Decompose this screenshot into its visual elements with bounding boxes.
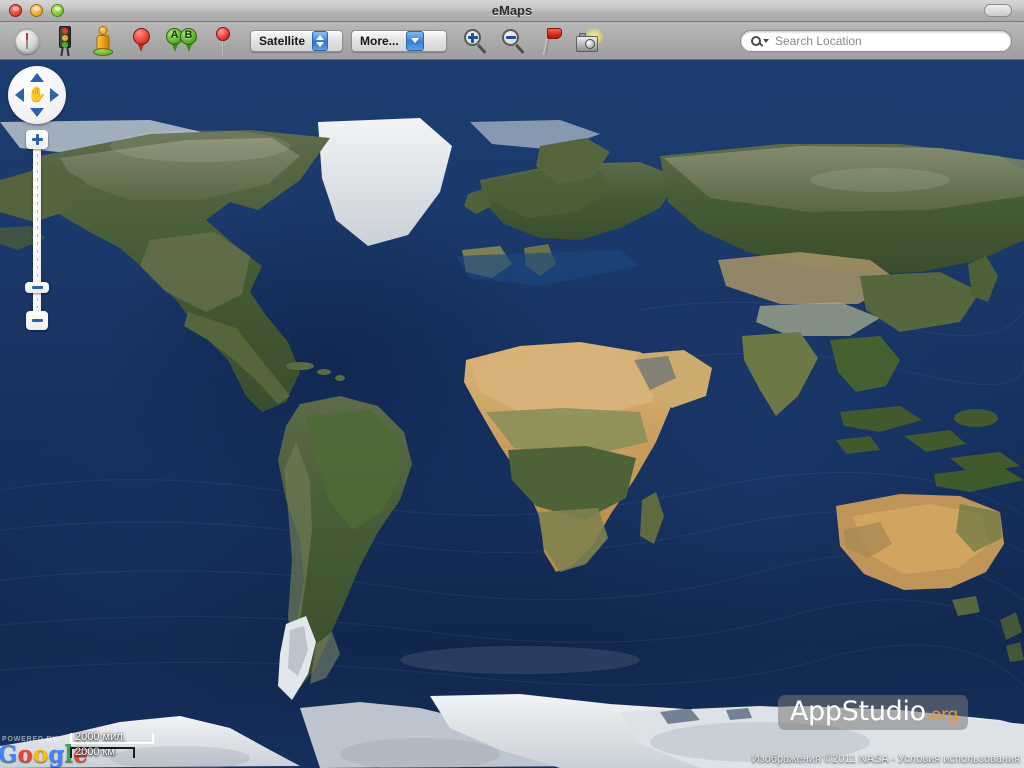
map-type-label: Satellite <box>259 33 306 48</box>
map-viewport[interactable]: ✋ POWERED BY Google 2000 мил. 2000 км Ap… <box>0 60 1024 768</box>
marker-button[interactable] <box>122 24 160 58</box>
street-view-icon <box>92 25 114 56</box>
zoom-out-slider-button[interactable] <box>26 311 48 330</box>
google-letter-g2: g <box>48 741 65 768</box>
search-icon[interactable] <box>751 35 769 46</box>
compass-button[interactable] <box>8 24 46 58</box>
zoom-out-button[interactable] <box>495 24 533 58</box>
maximize-icon[interactable] <box>51 4 64 17</box>
directions-button[interactable]: A B <box>160 24 204 58</box>
chevron-down-icon <box>405 30 424 51</box>
minimize-icon[interactable] <box>30 4 43 17</box>
zoom-slider-handle[interactable] <box>25 282 49 293</box>
pushpin-button[interactable] <box>204 24 242 58</box>
scale-miles-row: 2000 мил. <box>70 731 230 747</box>
flag-button[interactable] <box>533 24 571 58</box>
window-title: eMaps <box>491 3 533 18</box>
zoom-in-icon <box>463 28 489 54</box>
main-toolbar: A B Satellite More... <box>0 22 1024 60</box>
search-container <box>740 29 1012 52</box>
window-titlebar: eMaps <box>0 0 1024 22</box>
camera-icon <box>576 26 604 54</box>
search-input[interactable] <box>775 33 1001 48</box>
window-traffic-lights <box>9 4 64 17</box>
map-pin-icon <box>132 28 150 53</box>
google-letter-o1: o <box>17 741 33 768</box>
traffic-button[interactable] <box>46 24 84 58</box>
emaps-window: eMaps A B Satellite More... Search Locat… <box>0 0 1024 768</box>
zoom-slider-control[interactable] <box>25 130 49 330</box>
pan-right-button[interactable] <box>50 88 59 102</box>
watermark-name: AppStudio <box>789 696 926 727</box>
pan-up-button[interactable] <box>30 73 44 82</box>
pan-left-button[interactable] <box>15 88 24 102</box>
more-popup[interactable]: More... <box>351 29 447 52</box>
scale-km-label: 2000 км <box>75 746 115 758</box>
snapshot-button[interactable] <box>571 24 609 58</box>
watermark-tld: .org <box>925 705 958 725</box>
flag-icon <box>540 27 564 55</box>
zoom-out-icon <box>501 28 527 54</box>
scale-km-row: 2000 км <box>70 746 230 762</box>
appstudio-watermark: AppStudio.org <box>777 695 968 730</box>
google-letter-o2: o <box>33 741 49 768</box>
google-letter-g1: G <box>0 741 18 768</box>
more-label: More... <box>360 33 399 48</box>
toolbar-toggle-button[interactable] <box>984 4 1012 17</box>
google-logo[interactable]: POWERED BY Google <box>0 736 88 768</box>
compass-icon <box>14 27 40 54</box>
zoom-in-slider-button[interactable] <box>26 130 48 149</box>
pushpin-icon <box>215 26 231 55</box>
chevron-updown-icon <box>312 30 329 51</box>
scale-miles-label: 2000 мил. <box>75 731 126 743</box>
map-scale-bar: 2000 мил. 2000 км <box>70 731 230 764</box>
route-ab-icon: A B <box>166 27 198 54</box>
street-view-button[interactable] <box>84 24 122 58</box>
pan-control[interactable]: ✋ <box>8 66 66 124</box>
map-attribution[interactable]: Изображения ©2011 NASA - Условия использ… <box>752 753 1020 765</box>
hand-icon[interactable]: ✋ <box>28 88 47 103</box>
traffic-light-icon <box>59 25 71 56</box>
pan-down-button[interactable] <box>30 108 44 117</box>
satellite-map-image <box>0 60 1024 768</box>
search-field[interactable] <box>740 29 1012 52</box>
map-type-popup[interactable]: Satellite <box>250 29 343 52</box>
zoom-in-button[interactable] <box>457 24 495 58</box>
close-icon[interactable] <box>9 4 22 17</box>
